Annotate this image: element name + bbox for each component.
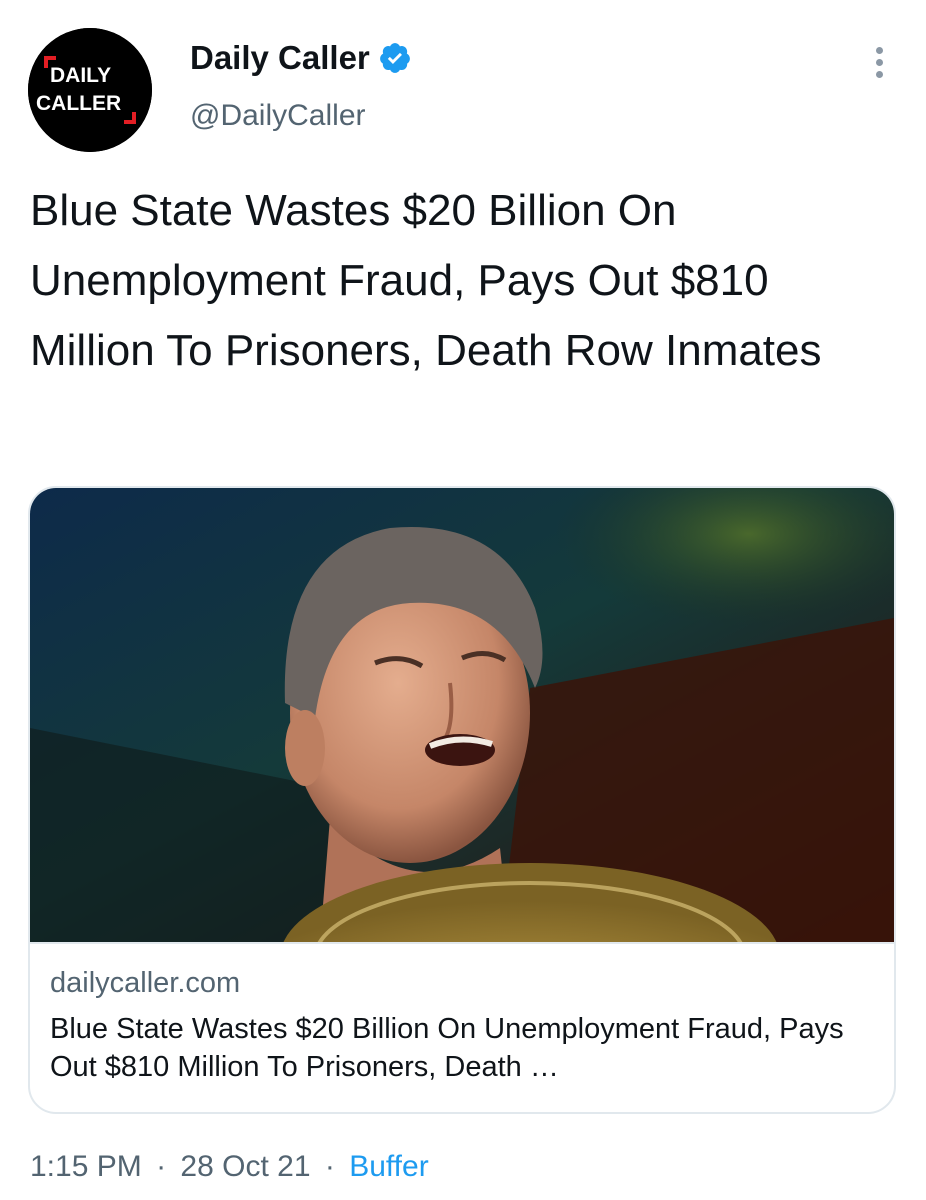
card-title: Blue State Wastes $20 Billion On Unemplo… [50, 1013, 844, 1083]
logo-text-line2: CALLER [36, 92, 121, 115]
card-domain: dailycaller.com [50, 967, 241, 999]
logo-text-line1: DAILY [50, 64, 111, 87]
author-handle[interactable]: @DailyCaller [190, 96, 366, 136]
separator-dot: · [156, 1150, 167, 1183]
tweet-source-link[interactable]: Buffer [349, 1150, 429, 1183]
tweet-text: Blue State Wastes $20 Billion On Unemplo… [30, 186, 822, 375]
tweet-time[interactable]: 1:15 PM [30, 1150, 142, 1183]
card-image [30, 488, 894, 944]
daily-caller-logo-icon: DAILY CALLER [28, 28, 152, 152]
tweet-meta: 1:15 PM · 28 Oct 21 · Buffer [30, 1146, 429, 1188]
link-card[interactable]: dailycaller.com Blue State Wastes $20 Bi… [28, 486, 896, 1114]
separator-dot: · [324, 1150, 335, 1183]
author-name[interactable]: Daily Caller [190, 36, 412, 80]
avatar[interactable]: DAILY CALLER [28, 28, 152, 152]
verified-badge-icon [379, 43, 410, 73]
more-options-icon[interactable] [862, 40, 896, 84]
author-display-name: Daily Caller [190, 39, 370, 76]
tweet-date[interactable]: 28 Oct 21 [180, 1150, 310, 1183]
